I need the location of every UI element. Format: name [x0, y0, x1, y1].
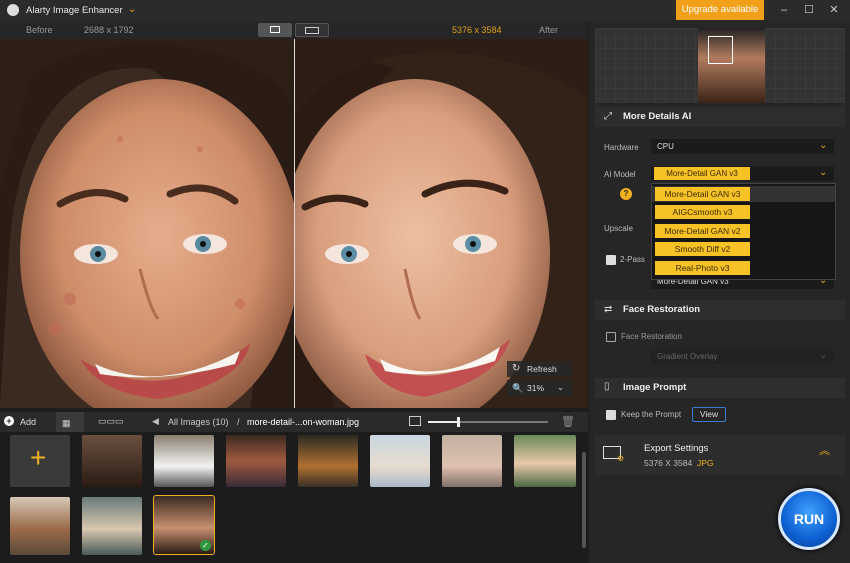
- preview-navigator[interactable]: [595, 28, 845, 103]
- zoom-level: 31%: [527, 383, 545, 393]
- face-style-select[interactable]: Gradient Overlay ⌄: [651, 349, 834, 364]
- more-details-title: More Details AI: [623, 111, 692, 122]
- dropdown-option[interactable]: AIGCsmooth v3: [655, 205, 750, 219]
- export-format: JPG: [697, 458, 714, 468]
- expand-chevron-icon[interactable]: ︽: [819, 446, 830, 457]
- thumbnail-image[interactable]: [370, 435, 430, 487]
- thumbnail-image[interactable]: [442, 435, 502, 487]
- navigator-viewport[interactable]: [708, 36, 733, 64]
- face-style-chevron-icon: ⌄: [819, 350, 828, 361]
- image-size-icon: [409, 416, 421, 426]
- keep-prompt-checkbox[interactable]: [606, 410, 616, 420]
- hardware-value: CPU: [657, 142, 674, 151]
- thumbnail-image[interactable]: [10, 497, 70, 555]
- refresh-label: Refresh: [527, 364, 557, 374]
- ai-model-chevron-icon: ⌄: [819, 167, 828, 178]
- face-restoration-checkbox[interactable]: [606, 332, 616, 342]
- ai-model-dropdown[interactable]: More-Detail GAN v3 AIGCsmooth v3 More-De…: [651, 183, 836, 280]
- minimize-icon[interactable]: –: [774, 2, 794, 18]
- image-prompt-title: Image Prompt: [623, 382, 687, 393]
- refresh-icon: ↻: [512, 363, 521, 374]
- preview-canvas[interactable]: [0, 39, 588, 408]
- run-button[interactable]: RUN: [778, 488, 840, 550]
- dropdown-option[interactable]: More-Detail GAN v2: [655, 224, 750, 238]
- add-image-tile[interactable]: +: [10, 435, 70, 487]
- app-menu-chevron-icon[interactable]: ⌄: [128, 4, 136, 15]
- after-image: [295, 39, 588, 408]
- thumbnail-size-slider-handle[interactable]: [457, 417, 460, 427]
- ai-model-select[interactable]: More-Detail GAN v3 ⌄: [651, 166, 834, 181]
- thumbnail-image[interactable]: [226, 435, 286, 487]
- all-images-link[interactable]: All Images (10): [168, 417, 229, 427]
- add-icon[interactable]: +: [4, 416, 14, 426]
- dropdown-option[interactable]: Real-Photo v3: [655, 261, 750, 275]
- zoom-chevron-icon[interactable]: ⌄: [557, 379, 564, 395]
- add-label[interactable]: Add: [20, 417, 36, 427]
- thumbnail-image[interactable]: [298, 435, 358, 487]
- close-icon[interactable]: ✕: [824, 2, 844, 18]
- after-label: After: [539, 25, 559, 35]
- current-filename: more-detail-...on-woman.jpg: [247, 417, 360, 427]
- back-arrow-icon[interactable]: ◀: [152, 416, 159, 427]
- two-pass-label: 2-Pass: [620, 255, 645, 264]
- breadcrumb-separator: /: [237, 417, 240, 427]
- trash-icon[interactable]: 🗑: [561, 415, 575, 428]
- upscale-label: Upscale: [604, 224, 633, 233]
- image-prompt-icon: ▯: [604, 381, 610, 392]
- face-restoration-title: Face Restoration: [623, 304, 701, 315]
- before-image: [0, 39, 294, 408]
- app-logo-icon: [7, 4, 19, 16]
- zoom-icon: 🔍: [512, 383, 524, 393]
- export-gear-icon: ⚙: [617, 454, 625, 463]
- before-label: Before: [26, 25, 53, 35]
- grid-view-button[interactable]: ▦: [56, 412, 84, 432]
- thumbnail-image[interactable]: [82, 497, 142, 555]
- keep-prompt-label: Keep the Prompt: [621, 410, 682, 419]
- more-details-icon: ⤢: [604, 111, 612, 122]
- dropdown-option[interactable]: More-Detail GAN v3: [655, 187, 750, 201]
- ai-model-label: AI Model: [604, 170, 636, 179]
- export-settings[interactable]: [595, 435, 845, 475]
- refresh-button[interactable]: ↻ Refresh: [507, 361, 572, 377]
- list-view-icon[interactable]: ▭▭▭: [98, 416, 124, 427]
- side-by-side-toggle[interactable]: [295, 23, 329, 37]
- split-view-icon: [270, 26, 280, 33]
- selected-check-icon: ✓: [200, 540, 211, 551]
- face-restoration-icon: ⇄: [604, 304, 613, 315]
- thumbnail-image-selected[interactable]: ✓: [153, 495, 215, 555]
- ai-model-value: More-Detail GAN v3: [654, 167, 750, 180]
- after-size: 5376 x 3584: [452, 25, 502, 35]
- app-title: Alarty Image Enhancer: [26, 5, 123, 16]
- hardware-chevron-icon: ⌄: [819, 140, 828, 151]
- dropdown-option[interactable]: Smooth Diff v2: [655, 242, 750, 256]
- thumbnail-image[interactable]: [154, 435, 214, 487]
- view-prompt-button[interactable]: View: [692, 407, 726, 422]
- grid-view-icon: ▦: [62, 418, 71, 428]
- side-by-side-icon: [305, 27, 319, 34]
- face-restoration-checkbox-label: Face Restoration: [621, 332, 682, 341]
- export-settings-title: Export Settings: [644, 443, 709, 454]
- export-size: 5376 X 3584: [644, 458, 693, 468]
- thumbnail-size-slider-fill: [428, 421, 458, 423]
- help-icon[interactable]: ?: [620, 188, 632, 200]
- upgrade-button[interactable]: Upgrade available: [676, 0, 764, 20]
- hardware-select[interactable]: CPU ⌄: [651, 139, 834, 154]
- hardware-label: Hardware: [604, 143, 639, 152]
- face-style-value: Gradient Overlay: [657, 352, 718, 361]
- gallery-scrollbar[interactable]: [582, 452, 586, 548]
- thumbnail-image[interactable]: [514, 435, 576, 487]
- split-view-toggle[interactable]: [258, 23, 292, 37]
- zoom-control[interactable]: 🔍 31% ⌄: [507, 380, 572, 396]
- before-size: 2688 x 1792: [84, 25, 134, 35]
- thumbnail-image[interactable]: [82, 435, 142, 487]
- maximize-icon[interactable]: ☐: [799, 2, 819, 18]
- add-image-icon: +: [30, 442, 47, 473]
- two-pass-checkbox[interactable]: [606, 255, 616, 265]
